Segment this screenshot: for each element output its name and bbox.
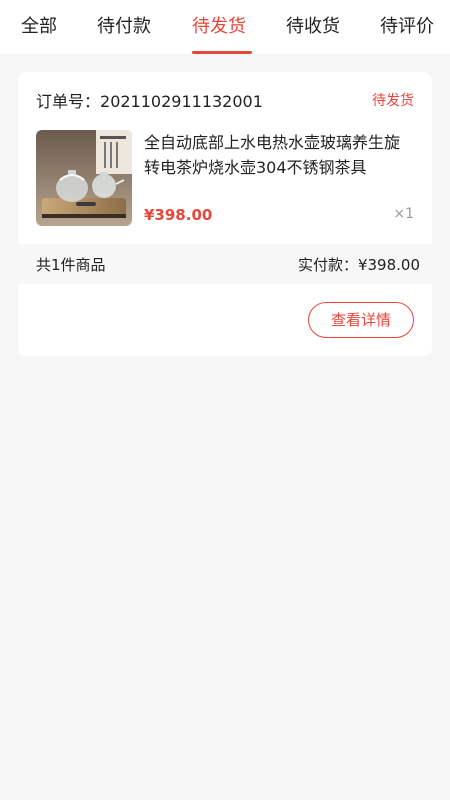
tab-pending-receipt[interactable]: 待收货 xyxy=(280,0,346,54)
order-status-tabs: 全部 待付款 待发货 待收货 待评价 xyxy=(0,0,450,54)
paid-amount: ¥398.00 xyxy=(357,256,420,274)
tab-pending-shipment[interactable]: 待发货 xyxy=(186,0,252,54)
product-quantity: ×1 xyxy=(393,206,414,222)
active-tab-indicator xyxy=(192,51,252,54)
order-number-value: 2021102911132001 xyxy=(100,92,263,111)
order-status-badge: 待发货 xyxy=(372,93,414,109)
tab-pending-payment[interactable]: 待付款 xyxy=(92,0,156,54)
paid-total: 实付款：¥398.00 xyxy=(298,254,420,275)
product-title[interactable]: 全自动底部上水电热水壶玻璃养生旋转电茶炉烧水壶304不锈钢茶具 xyxy=(144,130,414,180)
tab-pending-review[interactable]: 待评价 xyxy=(374,0,440,54)
order-summary-bar: 共1件商品 实付款：¥398.00 xyxy=(18,244,432,284)
view-details-button[interactable]: 查看详情 xyxy=(308,302,414,338)
tab-all[interactable]: 全部 xyxy=(8,0,70,54)
kettle-image-illustration xyxy=(36,130,132,226)
paid-label: 实付款： xyxy=(297,256,358,274)
kettle-product-image[interactable] xyxy=(36,130,132,226)
product-price: ¥398.00 xyxy=(144,206,213,224)
item-count: 共1件商品 xyxy=(36,256,106,274)
order-number: 订单号：2021102911132001 xyxy=(36,88,263,112)
order-number-label: 订单号： xyxy=(36,92,101,111)
order-card[interactable]: 订单号：2021102911132001 待发货 全自动底部上水电热水壶玻璃养生… xyxy=(18,72,432,356)
